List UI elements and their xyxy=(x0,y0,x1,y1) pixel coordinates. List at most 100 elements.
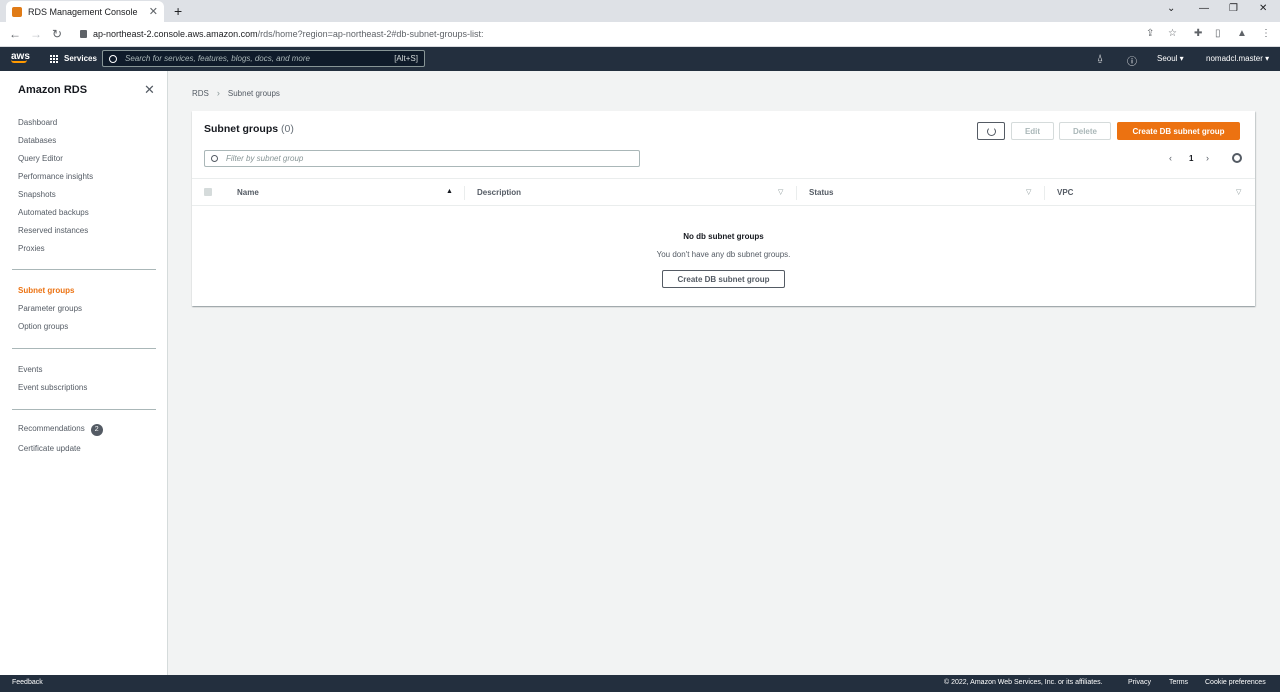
cookie-preferences-link[interactable]: Cookie preferences xyxy=(1205,679,1266,686)
share-icon[interactable]: ⇪ xyxy=(1146,28,1154,39)
create-db-subnet-group-button[interactable]: Create DB subnet group xyxy=(1117,122,1240,140)
panel-title: Subnet groups (0) xyxy=(204,123,294,135)
aws-logo-text: aws xyxy=(11,51,30,62)
close-icon[interactable]: ✕ xyxy=(144,82,155,98)
sidebar-item-parameter-groups[interactable]: Parameter groups xyxy=(18,304,82,313)
column-header-description[interactable]: Description xyxy=(477,188,521,197)
chevron-right-icon: › xyxy=(216,88,220,98)
lock-icon xyxy=(80,30,87,38)
column-header-name[interactable]: Name xyxy=(237,188,259,197)
delete-button[interactable]: Delete xyxy=(1059,122,1111,140)
filter-placeholder: Filter by subnet group xyxy=(226,154,304,163)
window-close-icon[interactable]: ✕ xyxy=(1259,3,1267,14)
minimize-icon[interactable]: — xyxy=(1199,3,1209,14)
back-icon[interactable]: ← xyxy=(9,27,21,41)
url-field[interactable]: ap-northeast-2.console.aws.amazon.com/rd… xyxy=(80,29,483,39)
breadcrumb-rds-link[interactable]: RDS xyxy=(192,89,209,98)
bookmark-star-icon[interactable]: ☆ xyxy=(1168,28,1177,39)
page-number[interactable]: 1 xyxy=(1189,154,1193,163)
new-tab-icon[interactable]: + xyxy=(174,3,182,19)
sidebar-item-automated-backups[interactable]: Automated backups xyxy=(18,208,89,217)
account-menu[interactable]: nomadcl.master ▾ xyxy=(1206,54,1269,63)
sort-icon[interactable]: ▽ xyxy=(778,188,783,196)
refresh-button[interactable] xyxy=(977,122,1005,140)
address-bar: ← → ↻ ap-northeast-2.console.aws.amazon.… xyxy=(0,22,1280,47)
reload-icon[interactable]: ↻ xyxy=(52,27,62,41)
aws-top-nav: aws Services Search for services, featur… xyxy=(0,47,1280,71)
search-placeholder: Search for services, features, blogs, do… xyxy=(125,54,310,63)
column-header-vpc[interactable]: VPC xyxy=(1057,188,1073,197)
sidebar-item-event-subscriptions[interactable]: Event subscriptions xyxy=(18,383,87,392)
empty-create-db-subnet-group-button[interactable]: Create DB subnet group xyxy=(662,270,785,288)
sidebar: Amazon RDS ✕ Dashboard Databases Query E… xyxy=(0,71,168,675)
sidebar-item-snapshots[interactable]: Snapshots xyxy=(18,190,56,199)
aws-logo[interactable]: aws xyxy=(11,51,30,63)
sidebar-item-recommendations[interactable]: Recommendations 2 xyxy=(18,424,103,436)
column-divider[interactable] xyxy=(464,186,465,200)
sidebar-divider xyxy=(12,269,156,270)
footer: Feedback © 2022, Amazon Web Services, In… xyxy=(0,675,1280,692)
search-icon xyxy=(211,155,218,162)
table-header: Name ▲ Description ▽ Status ▽ VPC ▽ xyxy=(192,178,1255,206)
privacy-link[interactable]: Privacy xyxy=(1128,679,1151,686)
aws-search-input[interactable]: Search for services, features, blogs, do… xyxy=(102,50,425,67)
filter-input[interactable]: Filter by subnet group xyxy=(204,150,640,167)
extensions-icon[interactable]: ✚ xyxy=(1194,28,1202,39)
recommendations-label: Recommendations xyxy=(18,424,85,433)
browser-tab-bar: RDS Management Console ✕ + ⌄ — ❐ ✕ xyxy=(0,0,1280,22)
tab-search-icon[interactable]: ⌄ xyxy=(1167,3,1175,14)
restore-icon[interactable]: ❐ xyxy=(1229,3,1238,14)
browser-menu-icon[interactable]: ⋮ xyxy=(1261,28,1271,39)
column-header-status[interactable]: Status xyxy=(809,188,833,197)
search-icon xyxy=(109,54,117,63)
sidebar-item-subnet-groups[interactable]: Subnet groups xyxy=(18,286,74,295)
column-divider[interactable] xyxy=(1044,186,1045,200)
sort-icon[interactable]: ▽ xyxy=(1236,188,1241,196)
select-all-checkbox[interactable] xyxy=(204,188,212,196)
search-shortcut: [Alt+S] xyxy=(394,54,418,63)
sidebar-item-query-editor[interactable]: Query Editor xyxy=(18,154,63,163)
forward-icon[interactable]: → xyxy=(30,27,42,41)
sidebar-title: Amazon RDS xyxy=(18,84,88,96)
recommendations-count-badge: 2 xyxy=(90,424,103,436)
grid-icon xyxy=(50,54,58,63)
url-host: ap-northeast-2.console.aws.amazon.com xyxy=(93,29,258,39)
sidebar-divider xyxy=(12,409,156,410)
profile-icon[interactable]: ▲ xyxy=(1237,28,1247,39)
panel-title-text: Subnet groups xyxy=(204,123,279,135)
url-path: /rds/home?region=ap-northeast-2#db-subne… xyxy=(257,29,484,39)
chevron-right-icon[interactable]: › xyxy=(1206,153,1209,163)
sidebar-item-events[interactable]: Events xyxy=(18,365,42,374)
services-menu-button[interactable]: Services xyxy=(50,54,97,63)
tab-title: RDS Management Console xyxy=(28,6,138,17)
aws-favicon-icon xyxy=(12,6,22,17)
help-icon[interactable]: ⓘ xyxy=(1127,53,1137,68)
tab-close-icon[interactable]: ✕ xyxy=(149,5,158,18)
chevron-left-icon[interactable]: ‹ xyxy=(1169,153,1172,163)
sort-icon[interactable]: ▽ xyxy=(1026,188,1031,196)
feedback-link[interactable]: Feedback xyxy=(12,679,43,686)
sidebar-item-proxies[interactable]: Proxies xyxy=(18,244,45,253)
column-divider[interactable] xyxy=(796,186,797,200)
sidebar-divider xyxy=(12,348,156,349)
cloudshell-icon[interactable]: ⍙ xyxy=(1097,53,1103,64)
panel-count: (0) xyxy=(281,123,294,135)
empty-state-title: No db subnet groups xyxy=(683,232,764,241)
sidebar-item-reserved-instances[interactable]: Reserved instances xyxy=(18,226,88,235)
subnet-groups-panel: Subnet groups (0) Edit Delete Create DB … xyxy=(192,111,1255,306)
sidebar-item-dashboard[interactable]: Dashboard xyxy=(18,118,57,127)
sidebar-item-databases[interactable]: Databases xyxy=(18,136,56,145)
breadcrumb: RDS › Subnet groups xyxy=(192,88,280,98)
sidebar-item-certificate-update[interactable]: Certificate update xyxy=(18,444,81,453)
gear-icon[interactable] xyxy=(1232,153,1242,163)
edit-button[interactable]: Edit xyxy=(1011,122,1054,140)
sort-ascending-icon[interactable]: ▲ xyxy=(446,188,453,195)
copyright-text: © 2022, Amazon Web Services, Inc. or its… xyxy=(944,679,1103,686)
sidepanel-icon[interactable]: ▯ xyxy=(1215,28,1221,39)
terms-link[interactable]: Terms xyxy=(1169,679,1188,686)
sidebar-item-option-groups[interactable]: Option groups xyxy=(18,322,68,331)
sidebar-item-performance-insights[interactable]: Performance insights xyxy=(18,172,93,181)
region-selector[interactable]: Seoul ▾ xyxy=(1157,54,1184,63)
browser-tab[interactable]: RDS Management Console ✕ xyxy=(6,1,164,22)
breadcrumb-current: Subnet groups xyxy=(227,88,280,98)
